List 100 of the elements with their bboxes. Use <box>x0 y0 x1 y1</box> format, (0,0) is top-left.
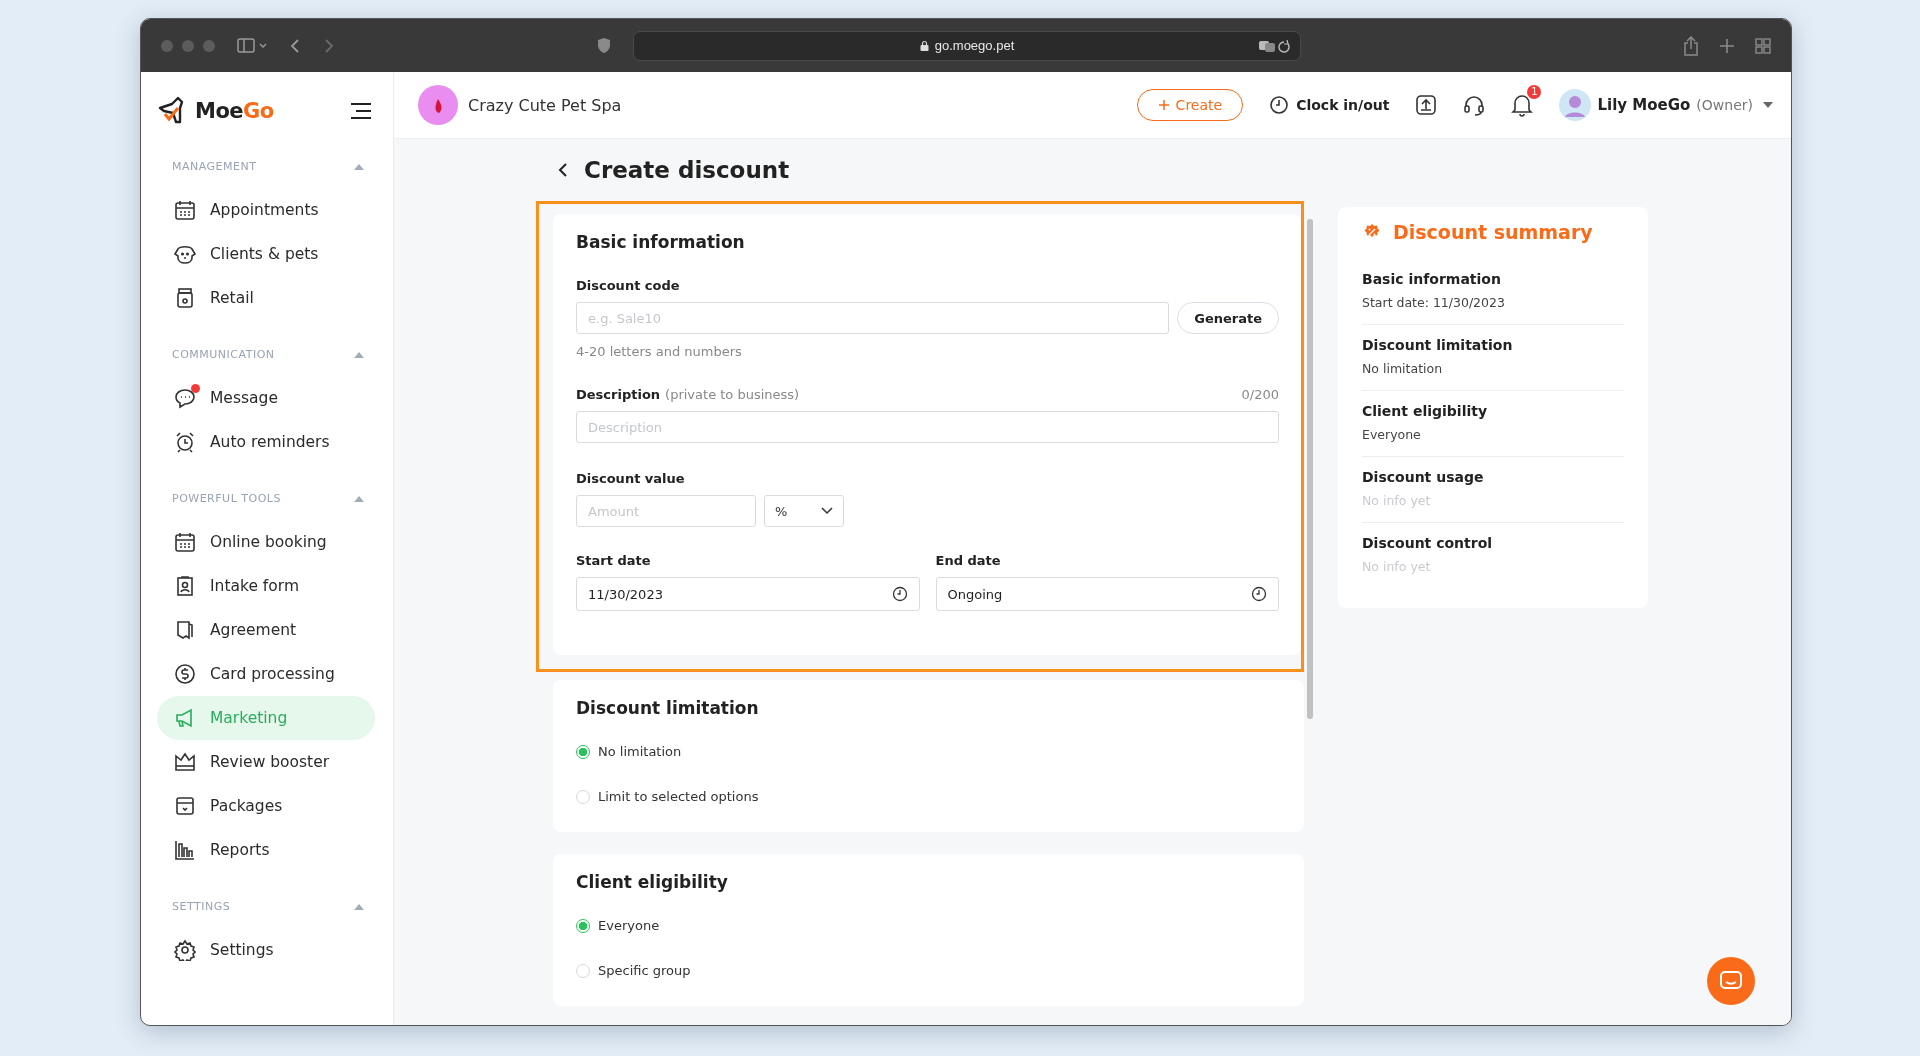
brand-name: MoeGo <box>195 99 274 123</box>
nav-item[interactable]: Settings <box>157 928 375 972</box>
discount-code-field[interactable]: e.g. Sale10 <box>576 302 1170 334</box>
clock-icon <box>1269 95 1290 115</box>
chevron-down-icon <box>821 507 833 515</box>
nav-item[interactable]: Card processing <box>157 652 375 696</box>
window-control-icon[interactable] <box>161 39 173 52</box>
summary-title: Discount summary <box>1393 221 1593 243</box>
radio-button[interactable] <box>576 744 590 759</box>
clipboard-icon <box>174 575 196 597</box>
card-title: Discount limitation <box>576 698 760 718</box>
amount-field[interactable]: Amount <box>576 495 756 527</box>
summary-value: Everyone <box>1362 427 1422 442</box>
start-date-field[interactable]: 11/30/2023 <box>576 577 920 611</box>
dog-icon <box>174 243 196 265</box>
clock-icon <box>1251 586 1267 602</box>
user-avatar-icon <box>1559 89 1592 121</box>
section-heading: SETTINGS <box>172 900 231 913</box>
user-role: (Owner) <box>1696 97 1753 113</box>
forward-icon[interactable] <box>323 37 335 54</box>
collapse-caret-icon[interactable] <box>353 494 365 503</box>
nav-item[interactable]: Intake form <box>157 564 375 608</box>
radio-label[interactable]: Specific group <box>598 963 691 978</box>
summary-heading: Basic information <box>1362 271 1502 287</box>
nav-item[interactable]: Auto reminders <box>157 420 375 464</box>
field-note: (private to business) <box>665 387 800 402</box>
nav-item[interactable]: Reports <box>157 828 375 872</box>
clock-in-out-button[interactable]: Clock in/out <box>1269 95 1390 115</box>
field-label: Discount value <box>576 471 686 486</box>
page-title: Create discount <box>584 157 790 183</box>
user-menu[interactable]: Lily MoeGo (Owner) <box>1559 89 1773 121</box>
nav-item[interactable]: Agreement <box>157 608 375 652</box>
menu-icon[interactable] <box>349 102 373 120</box>
field-label: Start date <box>576 553 652 568</box>
lock-icon <box>919 40 929 51</box>
crown-icon <box>174 751 196 773</box>
business-avatar-icon <box>418 85 458 125</box>
generate-button[interactable]: Generate <box>1177 302 1279 334</box>
chat-icon <box>1720 971 1742 991</box>
business-name: Crazy Cute Pet Spa <box>468 95 622 115</box>
summary-heading: Discount limitation <box>1362 337 1514 353</box>
radio-label[interactable]: No limitation <box>598 744 682 759</box>
summary-heading: Discount control <box>1362 535 1494 551</box>
summary-heading: Client eligibility <box>1362 403 1489 419</box>
nav-item[interactable]: Online booking <box>157 520 375 564</box>
back-icon[interactable] <box>558 163 568 177</box>
collapse-caret-icon[interactable] <box>353 350 365 359</box>
clock-icon <box>891 586 908 602</box>
field-label: Discount code <box>576 278 681 293</box>
summary-value: Start date: 11/30/2023 <box>1362 295 1506 310</box>
nav-item[interactable]: Retail <box>157 276 375 320</box>
chat-icon <box>174 387 196 409</box>
character-counter: 0/200 <box>1241 387 1279 402</box>
field-label: Description <box>576 387 661 402</box>
nav-item[interactable]: Clients & pets <box>157 232 375 276</box>
radio-label[interactable]: Everyone <box>598 918 660 933</box>
url-text: go.moego.pet <box>934 38 1015 53</box>
end-date-field[interactable]: Ongoing <box>935 577 1279 611</box>
tab-overview-icon[interactable] <box>1755 37 1771 54</box>
window-control-icon[interactable] <box>203 39 215 52</box>
collapse-caret-icon[interactable] <box>353 902 365 911</box>
notification-count: 1 <box>1527 85 1542 99</box>
sidebar-toggle-icon[interactable] <box>237 37 267 54</box>
package-icon <box>174 795 196 817</box>
caret-icon <box>1763 102 1773 108</box>
shield-icon[interactable] <box>597 37 611 54</box>
address-bar[interactable]: go.moego.pet <box>633 30 1301 61</box>
translate-icon[interactable] <box>1258 38 1292 53</box>
field-label: End date <box>935 553 1002 568</box>
field-hint: 4-20 letters and numbers <box>576 344 743 359</box>
alarm-icon <box>174 431 196 453</box>
section-heading: POWERFUL TOOLS <box>172 492 281 505</box>
unit-dropdown[interactable]: % <box>764 495 844 527</box>
jar-icon <box>174 287 196 309</box>
bell-icon[interactable] <box>1511 93 1534 117</box>
collapse-caret-icon[interactable] <box>353 162 365 171</box>
chat-button[interactable] <box>1707 957 1755 1005</box>
upload-icon[interactable] <box>1415 94 1438 116</box>
user-name: Lily MoeGo <box>1597 96 1691 114</box>
document-icon <box>174 619 196 641</box>
radio-label[interactable]: Limit to selected options <box>598 789 759 804</box>
headset-icon[interactable] <box>1463 94 1486 116</box>
radio-button[interactable] <box>576 918 590 933</box>
dollar-icon <box>174 663 196 685</box>
summary-value: No limitation <box>1362 361 1444 376</box>
share-icon[interactable] <box>1683 35 1699 56</box>
nav-item[interactable]: Packages <box>157 784 375 828</box>
section-heading: COMMUNICATION <box>172 348 275 361</box>
nav-item[interactable]: Appointments <box>157 188 375 232</box>
section-heading: MANAGEMENT <box>172 160 257 173</box>
calendar-icon <box>174 531 196 553</box>
plus-icon <box>1157 99 1170 111</box>
scrollbar[interactable] <box>1307 219 1313 719</box>
window-control-icon[interactable] <box>182 39 194 52</box>
nav-item[interactable]: Review booster <box>157 740 375 784</box>
nav-item[interactable]: Message <box>157 376 375 420</box>
summary-heading: Discount usage <box>1362 469 1485 485</box>
card-title: Basic information <box>576 232 746 252</box>
new-tab-icon[interactable] <box>1719 37 1735 54</box>
description-field[interactable]: Description <box>576 411 1279 443</box>
